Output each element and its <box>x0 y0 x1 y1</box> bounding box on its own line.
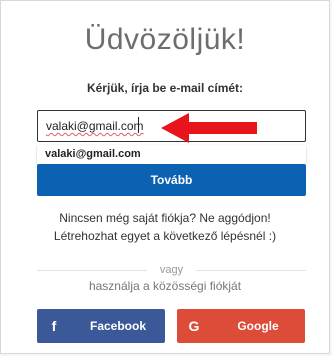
or-divider: vagy <box>37 263 306 277</box>
email-prompt: Kérjük, írja be e-mail címét: <box>86 81 244 95</box>
divider-line-right <box>196 270 306 271</box>
info-line-1: Nincsen még saját fiókja? Ne aggódjon! <box>59 211 271 225</box>
login-card: Üdvözöljük! Kérjük, írja be e-mail címét… <box>0 0 330 354</box>
google-icon: G <box>188 318 200 334</box>
facebook-label: Facebook <box>89 319 146 333</box>
social-prompt: használja a közösségi fiókját <box>88 279 242 293</box>
google-label: Google <box>237 319 279 333</box>
red-arrow-annotation <box>161 113 257 143</box>
page-title: Üdvözöljük! <box>84 23 246 56</box>
facebook-icon: f <box>51 318 57 334</box>
text-caret <box>138 117 139 133</box>
facebook-login-button[interactable]: f Facebook <box>37 309 165 343</box>
autocomplete-suggestion[interactable]: valaki@gmail.com <box>37 145 306 164</box>
google-login-button[interactable]: G Google <box>177 309 305 343</box>
next-button[interactable]: Tovább <box>37 164 306 196</box>
info-line-2: Létrehozhat egyet a következő lépésnél :… <box>53 229 277 243</box>
info-text: Nincsen még saját fiókja? Ne aggódjon! L… <box>1 209 329 245</box>
